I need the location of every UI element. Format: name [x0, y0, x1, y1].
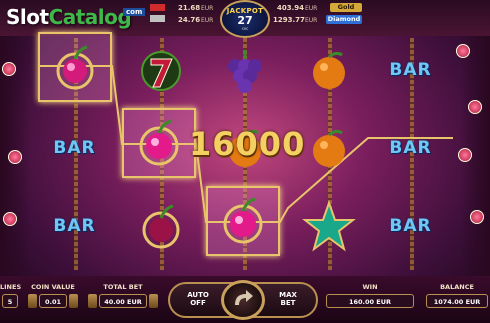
win-value: 160.00 EUR: [326, 294, 414, 308]
jackpot-seconds: 27: [237, 14, 253, 27]
reel-symbol-cherry: [124, 190, 197, 262]
jackpot-amount-diamond: 1293.77: [273, 16, 305, 24]
jackpot-currency-2: EUR: [201, 17, 214, 24]
rose-icon: [3, 212, 17, 226]
total-bet-value: 40.00 EUR: [99, 294, 147, 308]
total-bet-label: TOTAL BET: [103, 283, 143, 291]
autoplay-label-2: OFF: [190, 299, 206, 307]
grapes-icon: [227, 50, 262, 93]
gold-tier-badge: Gold: [330, 3, 362, 12]
logo-text-1: Slot: [6, 5, 49, 29]
rose-icon: [458, 148, 472, 162]
cherry-icon: [56, 45, 93, 90]
reel-symbol-cherry: [38, 31, 111, 103]
jackpot-currency-gold: EUR: [305, 5, 318, 12]
reel-symbol-grapes: [208, 34, 281, 106]
diamond-tier-badge: Diamond: [326, 15, 362, 24]
win-amount-display: 16000: [189, 125, 306, 163]
reel-symbol-cherry: [206, 186, 279, 258]
reel-symbol-bar: BAR: [38, 190, 111, 262]
cherry-icon: [223, 197, 262, 244]
jackpot-unit: sec: [241, 26, 249, 31]
balance-label: BALANCE: [440, 283, 474, 291]
seven-icon: [140, 51, 181, 91]
bet-increase-button[interactable]: [149, 294, 158, 308]
watermark-logo: SlotCatalog: [6, 5, 132, 29]
jackpot-amount-2: 24.76: [178, 16, 201, 24]
spin-arrow-icon: [235, 290, 253, 305]
lines-value[interactable]: 5: [2, 294, 18, 308]
logo-tld: com: [123, 8, 146, 16]
bar-label: BAR: [53, 138, 96, 158]
autoplay-label-1: AUTO: [187, 291, 209, 299]
bar-label: BAR: [53, 216, 96, 236]
bar-label: BAR: [389, 60, 432, 80]
bar-label: BAR: [389, 138, 432, 158]
reel-symbol-cherry: [122, 108, 195, 180]
jackpot-currency-diamond: EUR: [305, 17, 318, 24]
coin-increase-button[interactable]: [69, 294, 78, 308]
cherry-icon: [139, 119, 178, 166]
jackpot-amount-1: 21.68: [178, 4, 201, 12]
star-icon: [301, 199, 356, 252]
bar-label: BAR: [389, 216, 432, 236]
max-bet-label-1: MAX: [279, 291, 297, 299]
reel-symbol-star: [292, 190, 365, 262]
reel-symbol-bar: BAR: [374, 34, 447, 106]
max-bet-label-2: BET: [280, 299, 296, 307]
lines-label: LINES: [0, 283, 22, 291]
orange-icon: [312, 129, 345, 167]
orange-icon: [312, 51, 345, 89]
logo-text-2: Catalog: [48, 5, 132, 29]
reel-symbol-seven: [124, 32, 197, 104]
coin-value-field: 0.01: [39, 294, 67, 308]
rose-icon: [2, 62, 16, 76]
reel-symbol-bar: BAR: [38, 112, 111, 184]
reel-symbol-bar: BAR: [374, 190, 447, 262]
rose-icon: [470, 210, 484, 224]
jackpot-amount-gold: 403.94: [277, 4, 305, 12]
autoplay-button[interactable]: AUTO OFF: [180, 291, 216, 307]
win-label: WIN: [362, 283, 378, 291]
reel-symbol-bar: BAR: [374, 112, 447, 184]
spin-button[interactable]: [221, 280, 265, 320]
jackpot-currency-1: EUR: [201, 5, 214, 12]
coin-value-label: COIN VALUE: [31, 283, 75, 291]
reel-symbol-orange: [292, 34, 365, 106]
rose-icon: [468, 100, 482, 114]
jackpot-tier-badge-silver: [150, 15, 165, 22]
game-stage: 21.68 EUR 24.76 EUR 403.94 EUR Gold 1293…: [0, 0, 490, 323]
rose-icon: [8, 150, 22, 164]
bet-decrease-button[interactable]: [88, 294, 97, 308]
jackpot-tier-badge-red: [150, 4, 165, 11]
cherry-icon: [142, 204, 179, 249]
rose-icon: [456, 44, 470, 58]
coin-decrease-button[interactable]: [28, 294, 37, 308]
max-bet-button[interactable]: MAX BET: [270, 291, 306, 307]
balance-value: 1074.00 EUR: [426, 294, 488, 308]
jackpot-timer: JACKPOT 27 sec: [220, 0, 270, 38]
